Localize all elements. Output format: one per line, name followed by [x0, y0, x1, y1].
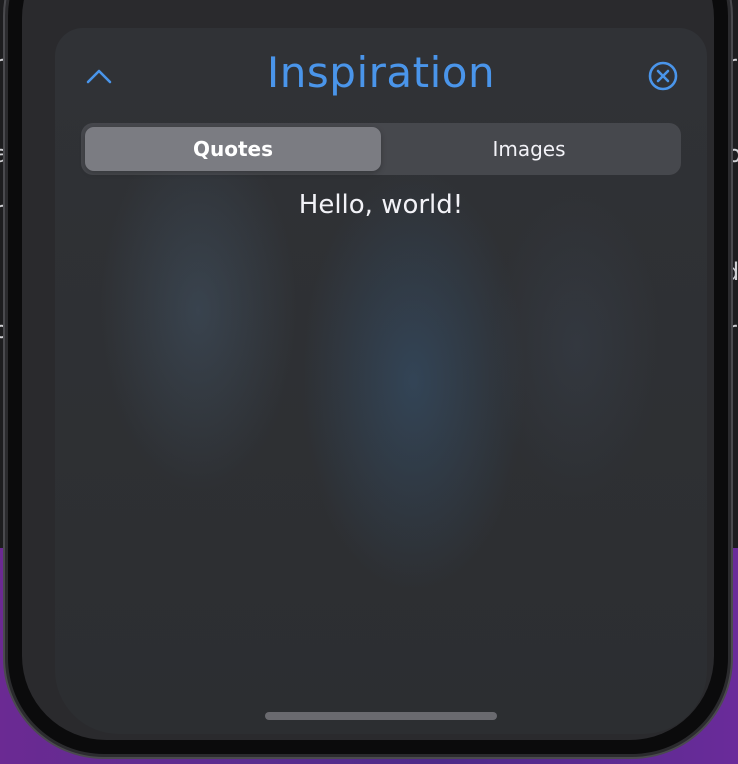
sheet-title: Inspiration — [266, 48, 496, 97]
home-indicator[interactable] — [265, 712, 497, 720]
sheet-header: Inspiration — [55, 28, 707, 122]
phone-screen: Inspiration Quotes Images Hello, world! — [22, 0, 714, 740]
segmented-control: Quotes Images — [81, 123, 681, 175]
background-edge-text-left: i — [0, 258, 1, 286]
stage: r a r i o r o d r Inspiration — [0, 0, 738, 764]
background-edge-text-left: r — [0, 196, 4, 224]
inspiration-sheet: Inspiration Quotes Images Hello, world! — [55, 28, 707, 734]
phone-frame: Inspiration Quotes Images Hello, world! — [8, 0, 728, 754]
background-edge-text-right: o — [727, 140, 738, 168]
background-edge-text-left: r — [0, 50, 4, 78]
content-text: Hello, world! — [298, 190, 464, 220]
segment-images[interactable]: Images — [381, 127, 677, 171]
background-edge-text-right: r — [727, 50, 737, 78]
background-edge-text-right: r — [727, 316, 737, 344]
segment-quotes[interactable]: Quotes — [85, 127, 381, 171]
close-circle-icon — [648, 61, 678, 91]
close-button[interactable] — [643, 56, 683, 96]
